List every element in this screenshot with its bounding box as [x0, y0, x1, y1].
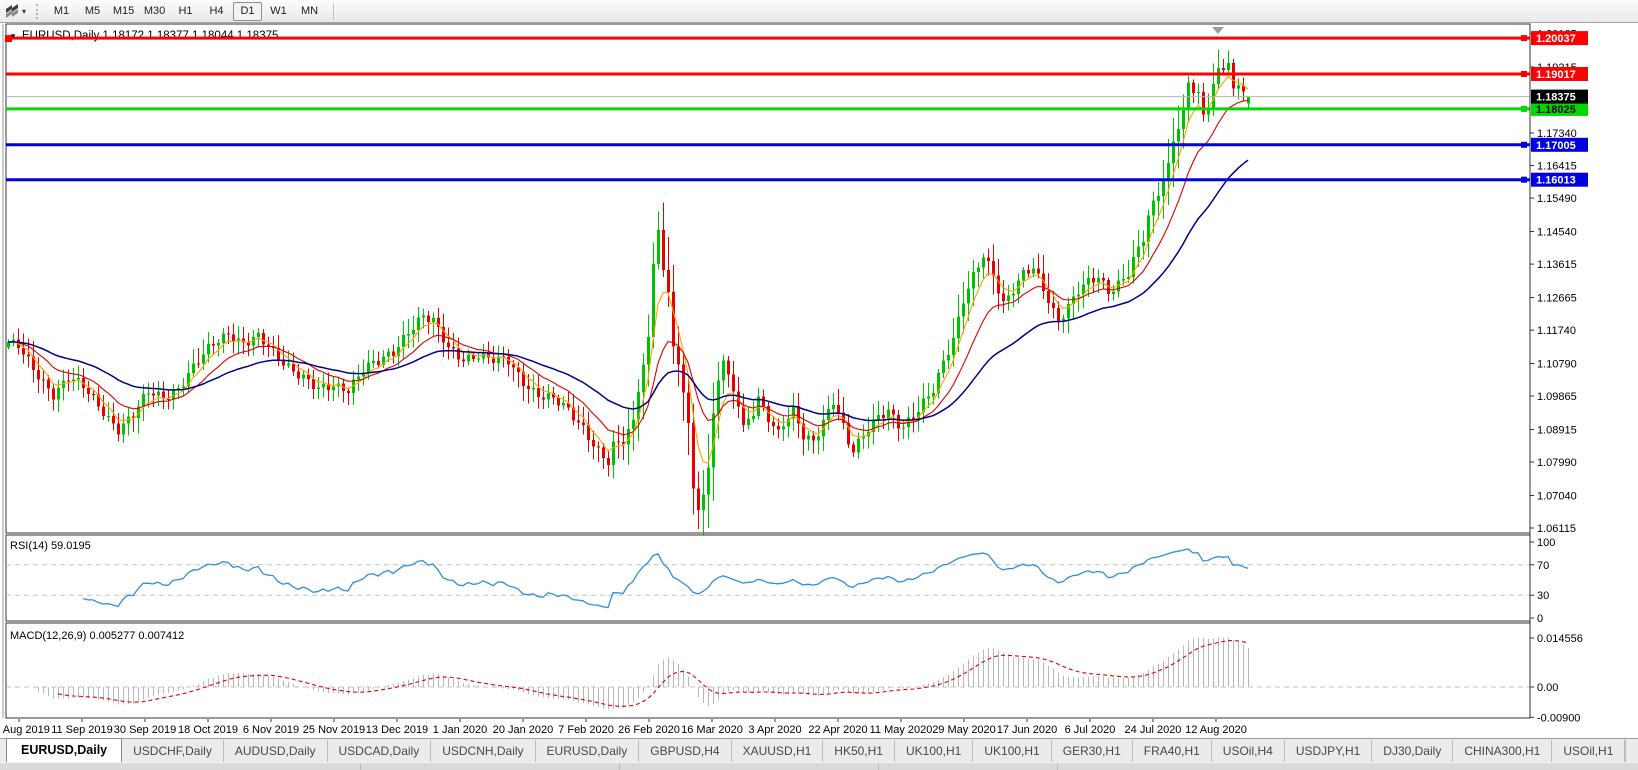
svg-text:1.20037: 1.20037 [1536, 33, 1576, 45]
timeframe-button-mn[interactable]: MN [295, 2, 324, 21]
date-tick-label: 22 Apr 2020 [808, 724, 867, 736]
svg-text:1.18375: 1.18375 [1536, 92, 1576, 104]
chart-tab-dj30-daily[interactable]: DJ30,Daily [1372, 740, 1453, 763]
svg-text:0: 0 [1537, 613, 1543, 625]
date-tick-label: 18 Oct 2019 [178, 724, 238, 736]
chart-tab-bar: EURUSD,DailyUSDCHF,DailyAUDUSD,DailyUSDC… [0, 738, 1638, 763]
chart-tab-xauusd-h1[interactable]: XAUUSD,H1 [732, 740, 824, 763]
date-tick-label: 6 Nov 2019 [243, 724, 299, 736]
svg-text:1.08915: 1.08915 [1537, 425, 1577, 437]
date-tick-label: 12 Aug 2020 [1185, 724, 1247, 736]
level-line-anchor[interactable] [1521, 106, 1527, 112]
svg-text:1.13615: 1.13615 [1537, 259, 1577, 271]
date-tick-label: 20 Jan 2020 [493, 724, 554, 736]
level-line-anchor[interactable] [1521, 177, 1527, 183]
timeframe-button-d1[interactable]: D1 [233, 2, 262, 21]
chart-tab-uk100-h1[interactable]: UK100,H1 [973, 740, 1051, 763]
price-axis[interactable]: 1.201651.192151.173401.164151.154901.145… [1530, 24, 1588, 724]
date-tick-label: 11 May 2020 [870, 724, 933, 736]
timeframe-button-m15[interactable]: M15 [109, 2, 138, 21]
svg-text:0.00: 0.00 [1537, 682, 1558, 694]
chart-tab-usdcnh-daily[interactable]: USDCNH,Daily [431, 740, 535, 763]
level-line-handle[interactable] [5, 35, 12, 42]
date-tick-label: 24 Jul 2020 [1125, 724, 1182, 736]
chart-tab-audusd-daily[interactable]: AUDUSD,Daily [224, 740, 328, 763]
chart-title: EURUSD,Daily 1.18172 1.18377 1.18044 1.1… [22, 30, 278, 42]
chart-tab-usoil-h4[interactable]: USOil,H4 [1212, 740, 1285, 763]
svg-text:-0.00900: -0.00900 [1537, 712, 1580, 724]
rsi-label: RSI(14) 59.0195 [10, 540, 91, 552]
svg-text:1.16415: 1.16415 [1537, 161, 1577, 173]
timeframe-button-h1[interactable]: H1 [171, 2, 200, 21]
chart-tab-usdchf-daily[interactable]: USDCHF,Daily [122, 740, 224, 763]
chart-tab-gbpusd-h4[interactable]: GBPUSD,H4 [639, 740, 731, 763]
chevron-down-icon[interactable]: ▾ [22, 7, 26, 16]
svg-text:1.06115: 1.06115 [1537, 523, 1576, 535]
svg-text:1.07990: 1.07990 [1537, 457, 1577, 469]
date-tick-label: 6 Jul 2020 [1065, 724, 1116, 736]
tab-scroll-left-icon[interactable]: ◄ [1634, 746, 1638, 756]
timeframe-button-m30[interactable]: M30 [140, 2, 169, 21]
toolbar-grip[interactable] [36, 4, 38, 19]
svg-text:1.14540: 1.14540 [1537, 227, 1577, 239]
chart-tab-eurusd-daily[interactable]: EURUSD,Daily [6, 738, 122, 763]
level-line-anchor[interactable] [1521, 35, 1527, 41]
svg-text:1.17005: 1.17005 [1536, 140, 1576, 152]
macd-label: MACD(12,26,9) 0.005277 0.007412 [10, 630, 184, 642]
date-tick-label: 25 Nov 2019 [303, 724, 365, 736]
svg-text:70: 70 [1537, 560, 1549, 572]
chart-tab-fra40-h1[interactable]: FRA40,H1 [1133, 740, 1212, 763]
date-tick-label: 3 Apr 2020 [748, 724, 801, 736]
date-tick-label: 26 Feb 2020 [618, 724, 680, 736]
svg-text:1.15490: 1.15490 [1537, 193, 1577, 205]
chart-tab-ger30-h1[interactable]: GER30,H1 [1052, 740, 1133, 763]
date-tick-label: 29 May 2020 [932, 724, 996, 736]
date-tick-label: 16 Mar 2020 [681, 724, 743, 736]
svg-text:30: 30 [1537, 590, 1549, 602]
chart-tab-usoil-h1[interactable]: USOil,H1 [1552, 740, 1625, 763]
svg-text:1.07040: 1.07040 [1537, 491, 1577, 503]
timeframe-toolbar: ▾ M1M5M15M30H1H4D1W1MN [0, 0, 1638, 23]
toolbar-separator [333, 3, 334, 20]
svg-text:100: 100 [1537, 537, 1555, 549]
date-tick-label: 1 Jan 2020 [433, 724, 487, 736]
svg-text:0.014556: 0.014556 [1537, 633, 1583, 645]
timeframe-button-h4[interactable]: H4 [202, 2, 231, 21]
timeframe-button-m1[interactable]: M1 [47, 2, 76, 21]
macd-pane[interactable]: MACD(12,26,9) 0.005277 0.007412 [6, 623, 1530, 718]
chart-tab-china300-h1[interactable]: CHINA300,H1 [1453, 740, 1552, 763]
svg-text:1.12665: 1.12665 [1537, 293, 1577, 305]
chart-periods-icon[interactable] [3, 3, 21, 19]
chart-tab-eurusd-daily[interactable]: EURUSD,Daily [536, 740, 640, 763]
price-chart[interactable]: EURUSD,Daily 1.18172 1.18377 1.18044 1.1… [0, 23, 1638, 738]
rsi-pane[interactable]: RSI(14) 59.0195 [6, 535, 1530, 621]
date-tick-label: 11 Sep 2019 [51, 724, 113, 736]
chart-tab-usdcad-daily[interactable]: USDCAD,Daily [328, 740, 432, 763]
chart-tab-usdjpy-h1[interactable]: USDJPY,H1 [1285, 740, 1372, 763]
timeframe-buttons: M1M5M15M30H1H4D1W1MN [46, 2, 325, 21]
svg-text:1.19017: 1.19017 [1536, 69, 1576, 81]
date-tick-label: 30 Sep 2019 [114, 724, 176, 736]
svg-text:1.09865: 1.09865 [1537, 391, 1577, 403]
level-line-anchor[interactable] [1521, 71, 1527, 77]
svg-text:1.18025: 1.18025 [1536, 104, 1576, 116]
timeframe-button-w1[interactable]: W1 [264, 2, 293, 21]
level-line-anchor[interactable] [1521, 142, 1527, 148]
timeframe-button-m5[interactable]: M5 [78, 2, 107, 21]
date-tick-label: 13 Dec 2019 [366, 724, 428, 736]
svg-text:1.16013: 1.16013 [1536, 175, 1576, 187]
date-tick-label: 17 Jun 2020 [997, 724, 1058, 736]
date-tick-label: 23 Aug 2019 [0, 724, 50, 736]
chart-tab-hk50-h1[interactable]: HK50,H1 [823, 740, 895, 763]
chart-tab-uk100-h1[interactable]: UK100,H1 [895, 740, 973, 763]
tab-scroll-arrows: ◄► [1625, 739, 1638, 763]
svg-text:1.10790: 1.10790 [1537, 359, 1577, 371]
time-axis[interactable]: 23 Aug 201911 Sep 201930 Sep 201918 Oct … [0, 719, 1247, 736]
svg-text:1.11740: 1.11740 [1537, 325, 1576, 337]
date-tick-label: 7 Feb 2020 [558, 724, 614, 736]
